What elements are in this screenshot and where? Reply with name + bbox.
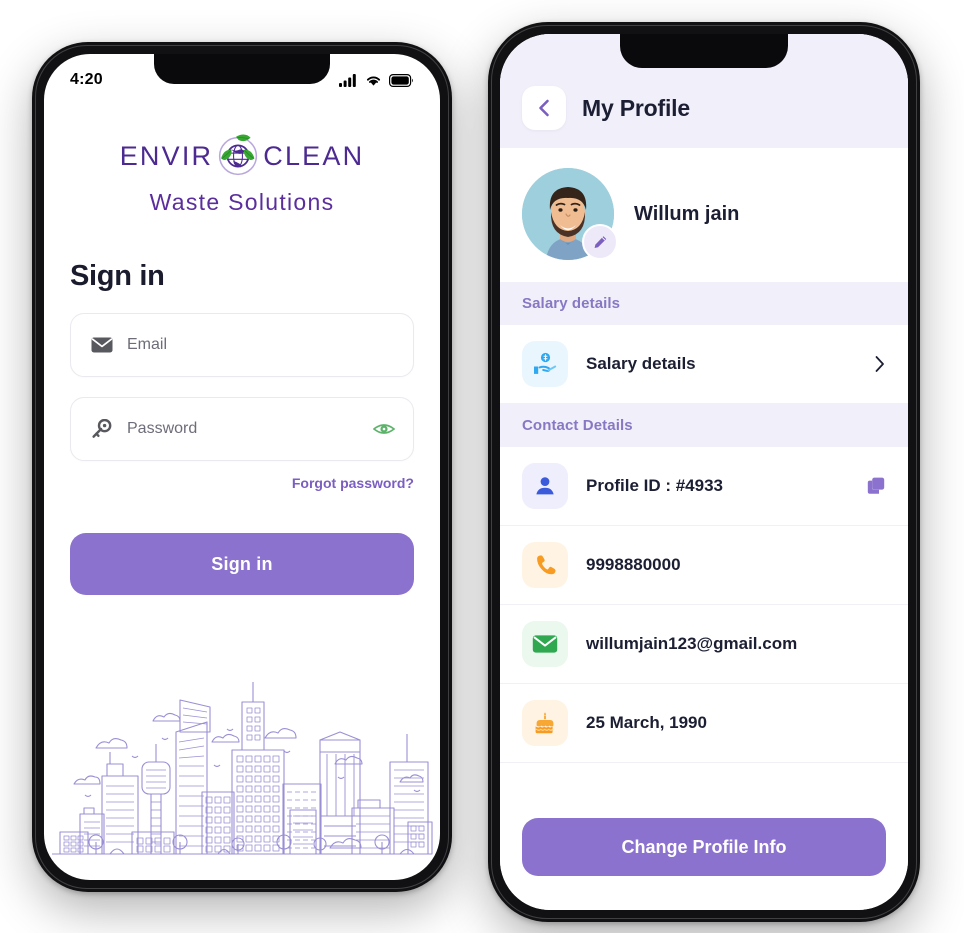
- copy-icon[interactable]: [866, 476, 886, 496]
- envelope-icon: [89, 337, 115, 353]
- chevron-left-icon: [539, 99, 549, 117]
- logo-word-right: CLEAN: [263, 140, 365, 171]
- birthday-value: 25 March, 1990: [586, 713, 707, 732]
- status-time: 4:20: [70, 71, 103, 88]
- signin-content: ENVIR CLEAN Waste Solutions Sign in Emai…: [44, 128, 440, 880]
- profile-id-value: Profile ID : #4933: [586, 476, 724, 495]
- profile-user-block: Willum jain: [500, 148, 908, 282]
- signin-screen: 4:20 ENVIR CLEAN Waste Solutions Sign in…: [44, 54, 440, 880]
- forgot-password-link[interactable]: Forgot password?: [70, 475, 414, 491]
- profile-screen: My Profile Willum jain Salary details Sa…: [500, 34, 908, 910]
- change-profile-info-button[interactable]: Change Profile Info: [522, 818, 886, 876]
- section-header-salary: Salary details: [500, 282, 908, 325]
- salary-details-label: Salary details: [586, 354, 696, 373]
- pencil-edit-icon: [594, 235, 606, 248]
- signal-bars-icon: [339, 74, 356, 87]
- battery-icon: [389, 73, 413, 87]
- email-value: willumjain123@gmail.com: [586, 634, 798, 653]
- phone-icon: [522, 542, 568, 588]
- app-logo: ENVIR CLEAN Waste Solutions: [70, 128, 414, 216]
- back-button[interactable]: [522, 86, 566, 130]
- eye-icon[interactable]: [373, 422, 395, 436]
- password-placeholder: Password: [127, 420, 198, 437]
- status-icon-group: [339, 73, 414, 87]
- page-title: My Profile: [582, 94, 690, 121]
- phone-notch: [620, 34, 788, 68]
- phone-mockup-signin: 4:20 ENVIR CLEAN Waste Solutions Sign in…: [32, 42, 452, 892]
- password-field[interactable]: Password: [70, 397, 414, 461]
- phone-notch: [154, 54, 330, 84]
- sign-in-button[interactable]: Sign in: [70, 533, 414, 595]
- spacer: [500, 763, 908, 818]
- logo-subtitle: Waste Solutions: [149, 189, 335, 215]
- salary-details-row[interactable]: Salary details: [500, 325, 908, 403]
- screenshot-canvas: 4:20 ENVIR CLEAN Waste Solutions Sign in…: [0, 0, 964, 933]
- contact-row-birthday[interactable]: 25 March, 1990: [500, 683, 908, 762]
- key-icon: [89, 419, 115, 439]
- email-field[interactable]: Email: [70, 313, 414, 377]
- user-name: Willum jain: [634, 202, 740, 225]
- logo-wordmark: ENVIR CLEAN: [120, 128, 365, 184]
- chevron-right-icon[interactable]: [874, 355, 886, 373]
- contact-row-phone[interactable]: 9998880000: [500, 525, 908, 604]
- city-skyline-illustration: [52, 682, 433, 855]
- envelope-icon: [522, 621, 568, 667]
- profile-content: My Profile Willum jain Salary details Sa…: [500, 34, 908, 910]
- edit-avatar-button[interactable]: [582, 224, 618, 260]
- logo-word-left: ENVIR: [119, 140, 214, 171]
- globe-leaves-recycle-icon: [209, 128, 267, 184]
- person-icon: [522, 463, 568, 509]
- phone-value: 9998880000: [586, 555, 681, 574]
- phone-mockup-profile: My Profile Willum jain Salary details Sa…: [488, 22, 920, 922]
- hand-holding-coin-icon: [522, 341, 568, 387]
- contact-row-profile-id[interactable]: Profile ID : #4933: [500, 447, 908, 525]
- page-title: Sign in: [70, 260, 165, 292]
- wifi-icon: [366, 75, 381, 86]
- avatar-wrapper: [522, 168, 618, 260]
- section-header-contact: Contact Details: [500, 404, 908, 447]
- birthday-cake-icon: [522, 700, 568, 746]
- email-placeholder: Email: [127, 336, 168, 353]
- contact-row-email[interactable]: willumjain123@gmail.com: [500, 604, 908, 683]
